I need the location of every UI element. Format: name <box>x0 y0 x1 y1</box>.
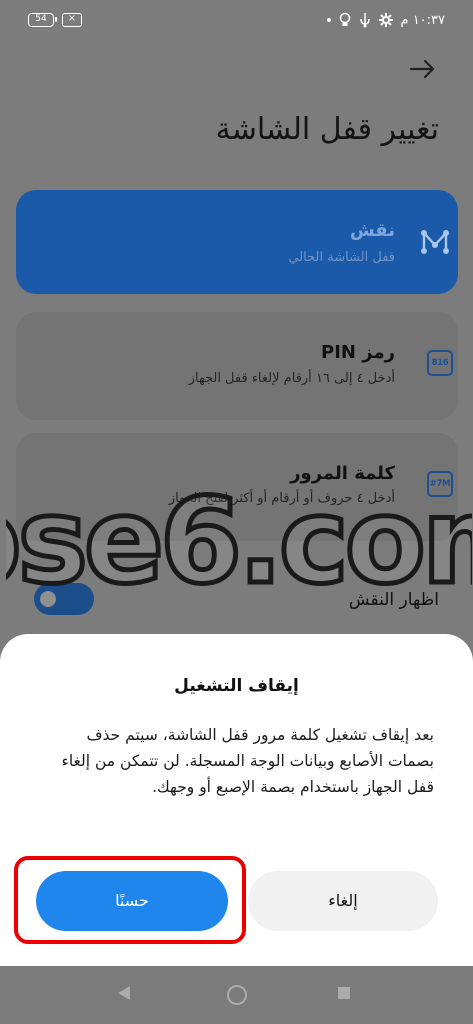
nav-recents-icon[interactable] <box>338 987 350 999</box>
option-pin[interactable] <box>16 312 458 420</box>
watermark: bse6.com <box>6 470 472 613</box>
dialog-title: إيقاف التشغيل <box>174 676 299 696</box>
lightbulb-icon <box>339 12 350 26</box>
no-sim-icon: × <box>62 13 82 27</box>
cancel-button[interactable]: إلغاء <box>248 871 438 931</box>
status-icons: ١٠:٣٧ م <box>326 10 446 30</box>
nav-back-icon[interactable] <box>118 986 130 1000</box>
option-pattern[interactable] <box>16 190 458 294</box>
nav-home-icon[interactable] <box>227 985 247 1005</box>
watermark-text: bse6.com <box>6 472 472 610</box>
back-arrow-icon[interactable] <box>406 52 440 86</box>
notification-dot-icon <box>326 18 331 22</box>
pin-icon: 816 <box>427 350 453 376</box>
option-pattern-subtitle: قفل الشاشة الحالي <box>288 250 395 265</box>
clock: ١٠:٣٧ م <box>400 12 446 28</box>
option-pin-title: رمز PIN <box>321 342 395 363</box>
option-pin-subtitle: أدخل ٤ إلى ١٦ أرقام لإلغاء قفل الجهاز <box>188 371 395 386</box>
pattern-icon <box>421 229 449 254</box>
page-title: تغيير قفل الشاشة <box>215 112 439 147</box>
status-bar: 54 × ١٠:٣٧ م <box>0 0 473 40</box>
dialog-message: بعد إيقاف تشغيل كلمة مرور قفل الشاشة، سي… <box>61 726 434 796</box>
settings-gear-icon <box>378 13 393 27</box>
usb-icon <box>359 13 370 28</box>
battery-level: 54 <box>35 14 47 24</box>
highlight-annotation <box>14 856 246 944</box>
option-pattern-title: نقش <box>349 220 395 241</box>
battery-icon: 54 <box>28 13 57 27</box>
